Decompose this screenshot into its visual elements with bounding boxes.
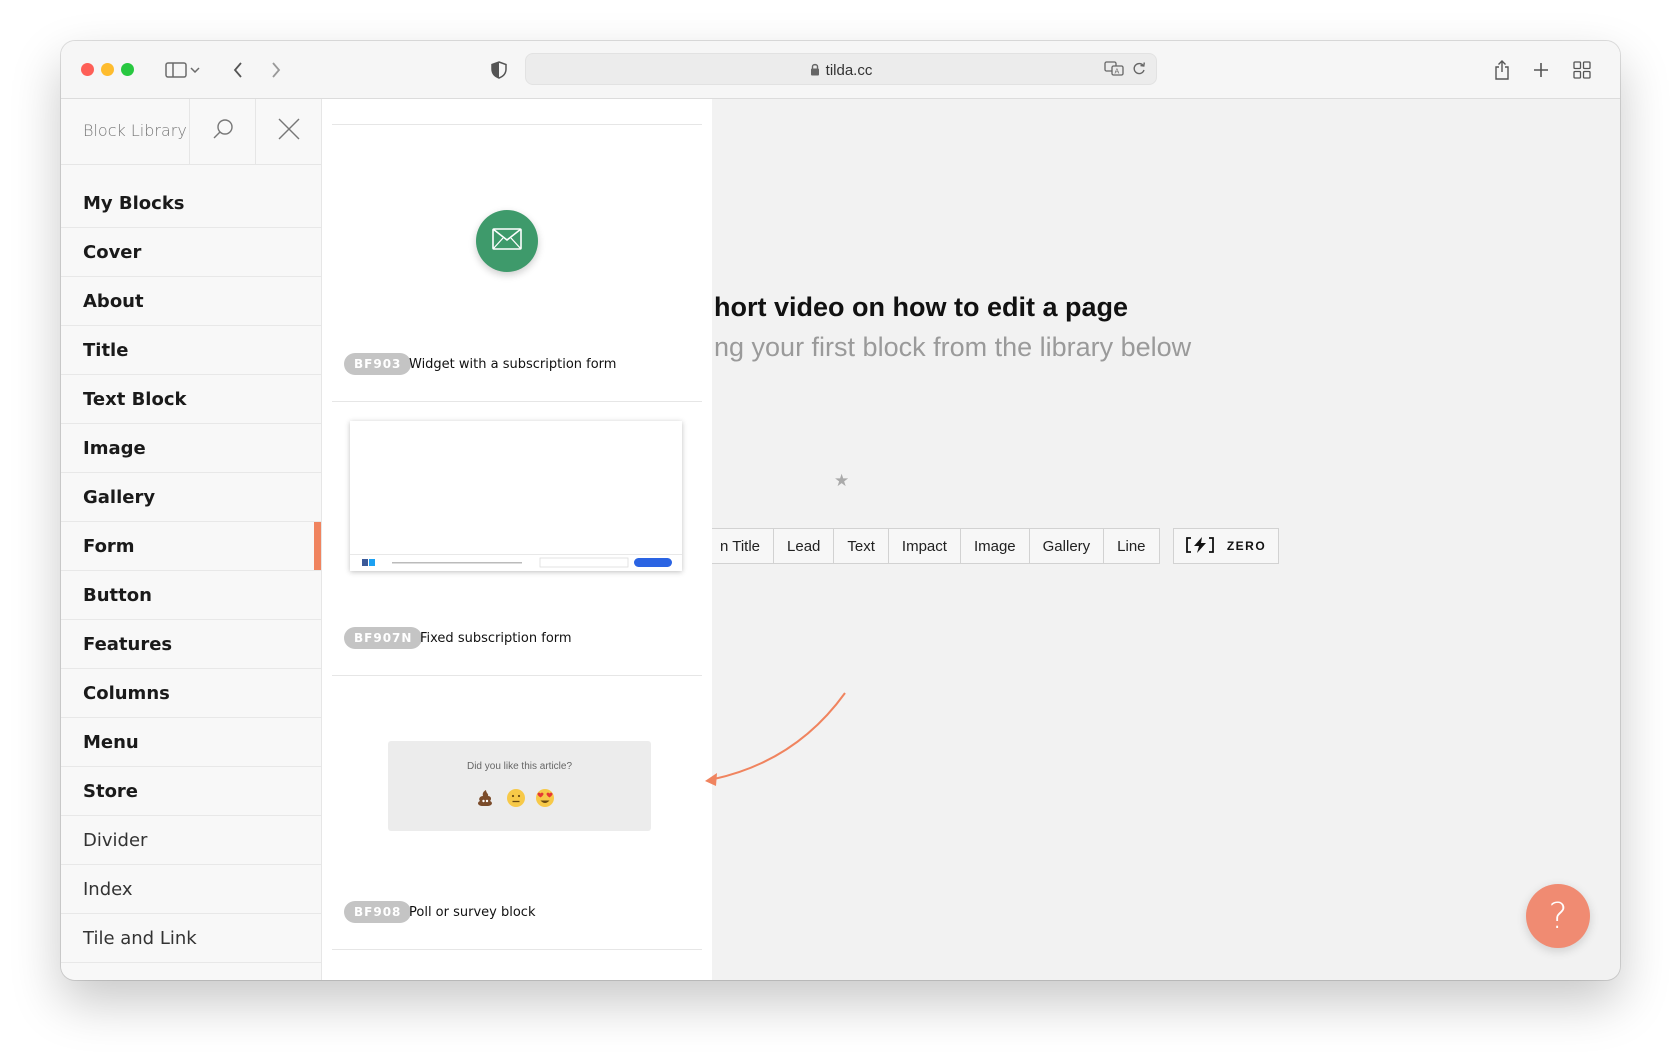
envelope-icon	[492, 227, 522, 255]
sidebar-item-tile-and-link[interactable]: Tile and Link	[61, 914, 321, 963]
sidebar-item-form[interactable]: Form	[61, 522, 321, 571]
browser-toolbar: tilda.cc A	[61, 41, 1620, 99]
block-code-badge: BF903	[344, 353, 412, 375]
share-icon[interactable]	[1489, 57, 1515, 83]
sidebar-item-store[interactable]: Store	[61, 767, 321, 816]
sidebar-toggle-icon[interactable]	[163, 57, 189, 83]
block-code-badge: BF907N	[344, 627, 423, 649]
zoom-window-button[interactable]	[121, 63, 134, 76]
sidebar-title: Block Library	[83, 121, 187, 140]
zero-block-icon	[1185, 536, 1215, 557]
sidebar-item-gallery[interactable]: Gallery	[61, 473, 321, 522]
poll-question: Did you like this article?	[466, 761, 573, 772]
sidebar-item-menu[interactable]: Menu	[61, 718, 321, 767]
address-bar[interactable]: tilda.cc A	[525, 53, 1157, 85]
sidebar-item-my-blocks[interactable]: My Blocks	[61, 179, 321, 228]
add-image-button[interactable]: Image	[959, 528, 1030, 564]
add-title-button[interactable]: n Title	[712, 528, 775, 564]
reload-icon[interactable]	[1132, 61, 1146, 81]
sidebar-item-image[interactable]: Image	[61, 424, 321, 473]
block-name: Poll or survey block	[409, 905, 536, 920]
sidebar-item-features[interactable]: Features	[61, 620, 321, 669]
sidebar-item-divider[interactable]: Divider	[61, 816, 321, 865]
star-icon: ★	[834, 471, 850, 490]
workspace-title[interactable]: hort video on how to edit a page	[714, 292, 1128, 323]
lock-icon	[810, 63, 820, 80]
add-impact-button[interactable]: Impact	[887, 528, 961, 564]
quick-block-buttons: n Title Lead Text Impact Image Gallery L…	[712, 528, 1279, 564]
add-text-button[interactable]: Text	[833, 528, 889, 564]
browser-window: tilda.cc A Block Library My Blocks Cover…	[61, 41, 1620, 980]
zero-label: ZERO	[1226, 539, 1267, 553]
workspace-subtitle: ng your first block from the library bel…	[714, 332, 1192, 362]
privacy-shield-icon[interactable]	[486, 57, 512, 83]
divider	[332, 949, 702, 950]
url-text: tilda.cc	[825, 62, 873, 79]
close-icon	[278, 118, 300, 145]
help-button[interactable]: ?	[1526, 884, 1590, 948]
sidebar-item-columns[interactable]: Columns	[61, 669, 321, 718]
sidebar-item-cover[interactable]: Cover	[61, 228, 321, 277]
poll-preview: Did you like this article?	[388, 741, 651, 831]
fixed-form-preview	[350, 421, 682, 571]
block-code-badge: BF908	[344, 901, 412, 923]
forward-icon[interactable]	[263, 57, 289, 83]
sidebar-item-title[interactable]: Title	[61, 326, 321, 375]
add-lead-button[interactable]: Lead	[773, 528, 835, 564]
sidebar-item-about[interactable]: About	[61, 277, 321, 326]
sidebar-item-button[interactable]: Button	[61, 571, 321, 620]
add-gallery-button[interactable]: Gallery	[1028, 528, 1105, 564]
poll-emoji-icons	[477, 789, 554, 807]
divider	[332, 401, 702, 402]
search-icon	[212, 118, 234, 145]
sidebar-header: Block Library	[61, 99, 321, 165]
zero-block-button[interactable]: ZERO	[1172, 528, 1279, 564]
divider	[332, 124, 702, 125]
block-name: Widget with a subscription form	[409, 357, 617, 372]
tab-overview-icon[interactable]	[1569, 57, 1595, 83]
chevron-down-icon[interactable]	[187, 57, 203, 83]
block-library-sidebar: Block Library My Blocks Cover About Titl…	[61, 99, 322, 980]
search-button[interactable]	[189, 99, 256, 164]
add-line-button[interactable]: Line	[1103, 528, 1160, 564]
sidebar-item-text-block[interactable]: Text Block	[61, 375, 321, 424]
close-window-button[interactable]	[81, 63, 94, 76]
block-list-panel: BF903 Widget with a subscription form BF…	[322, 99, 712, 980]
svg-text:A: A	[1115, 68, 1120, 76]
back-icon[interactable]	[225, 57, 251, 83]
translate-icon[interactable]: A	[1104, 60, 1124, 81]
block-name: Fixed subscription form	[420, 631, 572, 646]
page-workspace: hort video on how to edit a page ng your…	[712, 99, 1620, 980]
subscription-widget-preview	[476, 210, 538, 272]
category-list: My Blocks Cover About Title Text Block I…	[61, 179, 321, 963]
divider	[332, 675, 702, 676]
new-tab-icon[interactable]	[1528, 57, 1554, 83]
sidebar-item-index[interactable]: Index	[61, 865, 321, 914]
close-library-button[interactable]	[255, 99, 322, 164]
minimize-window-button[interactable]	[101, 63, 114, 76]
